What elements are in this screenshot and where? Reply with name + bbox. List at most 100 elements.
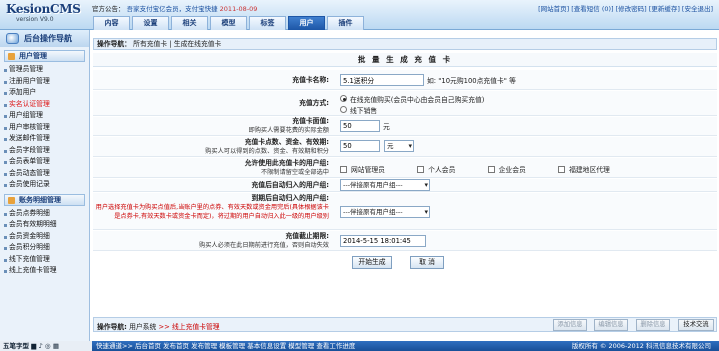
checkbox-icon	[558, 165, 566, 173]
mode-online-radio[interactable]: 在线充值购买(会员中心由会员自己购买充值)	[340, 93, 484, 104]
points-input[interactable]	[340, 140, 380, 152]
row-groups: 允许使用此充值卡的用户组: 不限制请留空或全部选中 网站管理员 个人会员 企业会员…	[93, 158, 717, 178]
notice-link[interactable]: 吾家支付宝亿会员，支付宝快捷	[127, 5, 218, 13]
sidebar-item[interactable]: 会员点券明细	[0, 208, 89, 220]
version-text: version V9.0	[16, 16, 54, 23]
tab-labels[interactable]: 标签	[249, 16, 286, 30]
mode-label: 充值方式:	[299, 99, 329, 107]
name-hint: 如: "10元购100点充值卡" 等	[427, 77, 516, 85]
row-after-group: 充值后自动归入的用户组: ---伴接原有用户组---	[93, 179, 717, 192]
group-label: 用户管理	[19, 52, 47, 60]
sidebar: 后台操作导航 用户管理 管理员管理 注册用户管理 添加用户 实名认证管理 用户组…	[0, 30, 90, 342]
sidebar-item[interactable]: 用户审核管理	[0, 122, 89, 134]
sidebar-item[interactable]: 线下充值管理	[0, 254, 89, 266]
bottom-crumb-system[interactable]: 用户系统	[129, 323, 156, 331]
sidebar-item[interactable]: 会员积分明细	[0, 242, 89, 254]
folder-icon	[8, 53, 15, 60]
breadcrumb: 操作导航： 所有充值卡 | 生成在线充值卡	[93, 38, 717, 50]
logo: KesionCMS version V9.0	[6, 2, 84, 28]
row-card-name: 充值卡名称: 如: "10元购100点充值卡" 等	[93, 70, 717, 90]
sidebar-item[interactable]: 用户组管理	[0, 110, 89, 122]
row-mode: 充值方式: 在线充值购买(会员中心由会员自己购买充值) 线下销售	[93, 91, 717, 116]
name-label: 充值卡名称:	[292, 76, 329, 84]
mode-opt1-label: 在线充值购买(会员中心由会员自己购买充值)	[350, 95, 485, 104]
groups-sub: 不限制请留空或全部选中	[260, 169, 329, 176]
group-label: 账务明细管理	[19, 195, 61, 204]
sidebar-item[interactable]: 添加用户	[0, 87, 89, 99]
after-label: 充值后自动归入的用户组:	[251, 181, 329, 189]
group-accounts[interactable]: 账务明细管理	[4, 193, 85, 206]
sidebar-item[interactable]: 会员表单管理	[0, 156, 89, 168]
mode-offline-radio[interactable]: 线下销售	[340, 104, 484, 115]
deadline-label: 充值截止期限:	[285, 232, 330, 240]
tab-users[interactable]: 用户	[288, 16, 325, 30]
checkbox-label: 个人会员	[428, 166, 456, 174]
price-input[interactable]	[340, 120, 380, 132]
sidebar-item[interactable]: 线上充值卡管理	[0, 265, 89, 277]
mode-opt2-label: 线下销售	[350, 106, 378, 115]
tab-settings[interactable]: 设置	[132, 16, 169, 30]
crumb-all-cards[interactable]: 所有充值卡	[133, 40, 167, 48]
logo-text: KesionCMS	[6, 2, 81, 16]
groups-label: 允许使用此充值卡的用户组:	[244, 159, 329, 167]
quick-links[interactable]: 快速通道>> 后台首页 发布首页 发布管理 模板管理 基本信息设置 模型管理 查…	[96, 341, 355, 351]
group-checkbox[interactable]: 个人会员	[417, 164, 455, 174]
copyright: 版权所有 © 2006-2012 科汛信息技术有限公司	[571, 342, 711, 350]
deadline-input[interactable]	[340, 235, 426, 247]
sidebar-item[interactable]: 实名认证管理	[0, 99, 89, 111]
sidebar-item[interactable]: 会员使用记录	[0, 179, 89, 191]
checkbox-label: 网站管理员	[351, 166, 385, 174]
sidebar-item[interactable]: 会员字段管理	[0, 145, 89, 157]
edit-info-button[interactable]: 编辑信息	[594, 319, 628, 331]
sidebar-item[interactable]: 管理员管理	[0, 64, 89, 76]
sidebar-header: 后台操作导航	[0, 30, 89, 47]
card-name-input[interactable]	[340, 74, 424, 86]
radio-icon	[340, 95, 347, 102]
price-unit: 元	[383, 123, 390, 131]
tab-content[interactable]: 内容	[93, 16, 130, 30]
official-notice: 官方公告： 吾家支付宝亿会员，支付宝快捷 2011-08-09	[92, 3, 257, 13]
expire-sub: 用户选择充值卡为购买点值后,当账户里的点券、有效天数或资金用完后(具体根据该卡是…	[95, 204, 329, 220]
checkbox-icon	[417, 165, 425, 173]
row-price: 充值卡面值: 即购买人需要花费的实际金额 元	[93, 117, 717, 136]
notice-date: 2011-08-09	[219, 5, 258, 13]
checkbox-icon	[340, 165, 347, 173]
support-button[interactable]: 技术交流	[678, 319, 714, 331]
group-user-management[interactable]: 用户管理	[4, 50, 85, 62]
sidebar-item[interactable]: 会员动态管理	[0, 168, 89, 180]
bottom-crumb-label: 操作导航:	[97, 323, 127, 331]
sidebar-title: 后台操作导航	[24, 34, 72, 43]
after-group-select[interactable]: ---伴接原有用户组---	[340, 179, 430, 191]
nav-icon	[6, 33, 19, 44]
points-unit-select[interactable]: 元	[384, 140, 414, 152]
delete-info-button[interactable]: 删除信息	[636, 319, 670, 331]
row-points: 充值卡点数、资金、有效期: 购买人可以得到的点数、资金、有效期和积分 元	[93, 137, 717, 157]
radio-icon	[340, 106, 347, 113]
group-checkbox[interactable]: 网站管理员	[340, 164, 385, 174]
form-title: 批 量 生 成 充 值 卡	[93, 53, 717, 67]
top-links[interactable]: [网站首页] [查看短信 (0)] [修改密码] [更新缓存] [安全退出]	[538, 3, 713, 13]
crumb-generate[interactable]: 生成在线充值卡	[174, 40, 222, 48]
main-tabs: 内容 设置 相关 模型 标签 用户 插件	[93, 16, 366, 30]
group-checkbox[interactable]: 福建地区代理	[558, 164, 610, 174]
generate-button[interactable]: 开始生成	[352, 256, 392, 269]
crumb-sep: |	[169, 40, 172, 48]
ime-bar[interactable]: 五笔字型 ▆ ♪ ◎ ▦	[0, 341, 92, 351]
folder-icon	[8, 196, 15, 204]
sidebar-item[interactable]: 会员资金明细	[0, 231, 89, 243]
tab-plugins[interactable]: 插件	[327, 16, 364, 30]
sidebar-item[interactable]: 发送邮件管理	[0, 133, 89, 145]
notice-label: 官方公告：	[92, 5, 125, 13]
cancel-button[interactable]: 取 消	[410, 256, 444, 269]
checkbox-label: 福建地区代理	[569, 166, 610, 174]
sidebar-item[interactable]: 会员有效期明细	[0, 219, 89, 231]
deadline-sub: 购买人必须在此日期前进行充值，否则自动失效	[199, 242, 329, 249]
expire-group-select[interactable]: ---伴接原有用户组---	[340, 206, 430, 218]
bottom-breadcrumb: 操作导航: 用户系统 >> 线上充值卡管理	[97, 321, 220, 331]
group-checkbox[interactable]: 企业会员	[487, 164, 526, 174]
bottom-crumb-page[interactable]: 线上充值卡管理	[172, 323, 220, 331]
tab-model[interactable]: 模型	[210, 16, 247, 30]
sidebar-item[interactable]: 注册用户管理	[0, 76, 89, 88]
tab-related[interactable]: 相关	[171, 16, 208, 30]
add-info-button[interactable]: 添加信息	[553, 319, 587, 331]
